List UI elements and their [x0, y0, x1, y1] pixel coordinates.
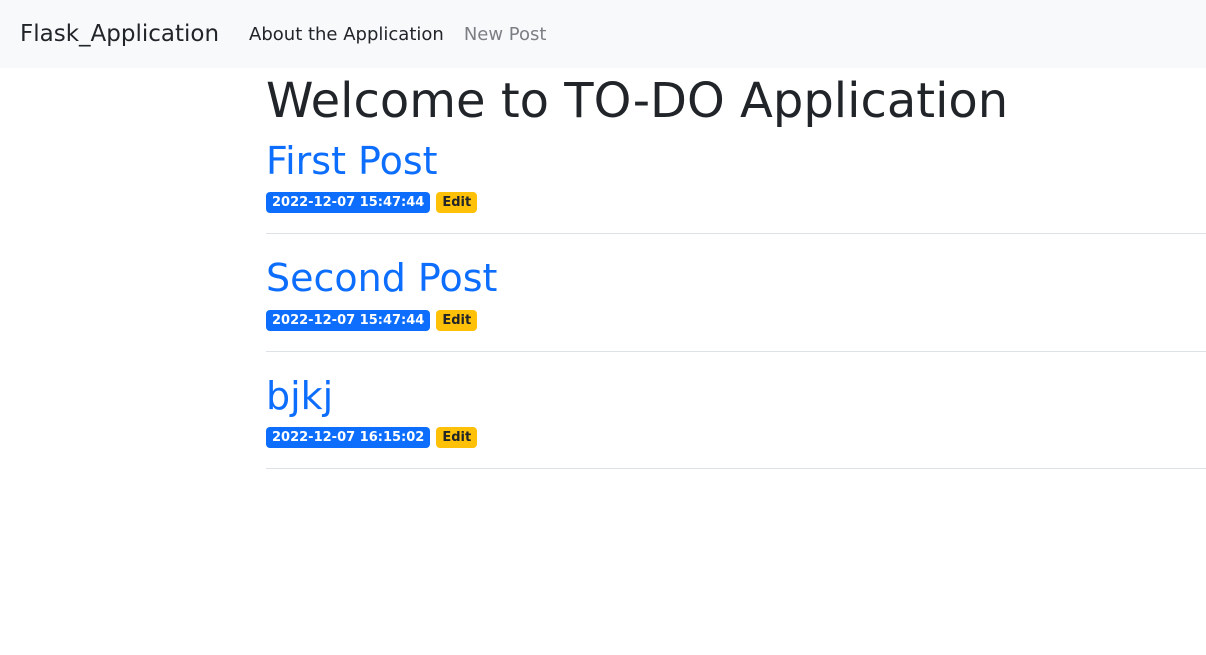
post-meta: 2022-12-07 16:15:02 Edit [266, 427, 1206, 449]
edit-button[interactable]: Edit [436, 309, 478, 331]
post-title-link[interactable]: bjkj [266, 374, 333, 420]
page-title: Welcome to TO-DO Application [266, 73, 1009, 129]
edit-button[interactable]: Edit [436, 192, 478, 214]
post-item: Second Post 2022-12-07 15:47:44 Edit [266, 256, 1206, 352]
post-meta: 2022-12-07 15:47:44 Edit [266, 192, 1206, 214]
navbar: Flask_Application About the Application … [0, 0, 1206, 68]
edit-button[interactable]: Edit [436, 427, 478, 449]
post-item: First Post 2022-12-07 15:47:44 Edit [266, 139, 1206, 235]
nav-link-about[interactable]: About the Application [249, 24, 444, 45]
date-badge: 2022-12-07 16:15:02 [266, 427, 431, 449]
post-list: First Post 2022-12-07 15:47:44 Edit Seco… [266, 139, 1206, 470]
nav-link-new-post[interactable]: New Post [464, 24, 547, 45]
post-meta: 2022-12-07 15:47:44 Edit [266, 309, 1206, 331]
main-content: Welcome to TO-DO Application First Post … [266, 68, 1206, 470]
post-title-link[interactable]: First Post [266, 139, 438, 185]
post-title-link[interactable]: Second Post [266, 256, 497, 302]
date-badge: 2022-12-07 15:47:44 [266, 192, 431, 214]
brand-link[interactable]: Flask_Application [20, 21, 219, 47]
date-badge: 2022-12-07 15:47:44 [266, 309, 431, 331]
post-item: bjkj 2022-12-07 16:15:02 Edit [266, 374, 1206, 470]
